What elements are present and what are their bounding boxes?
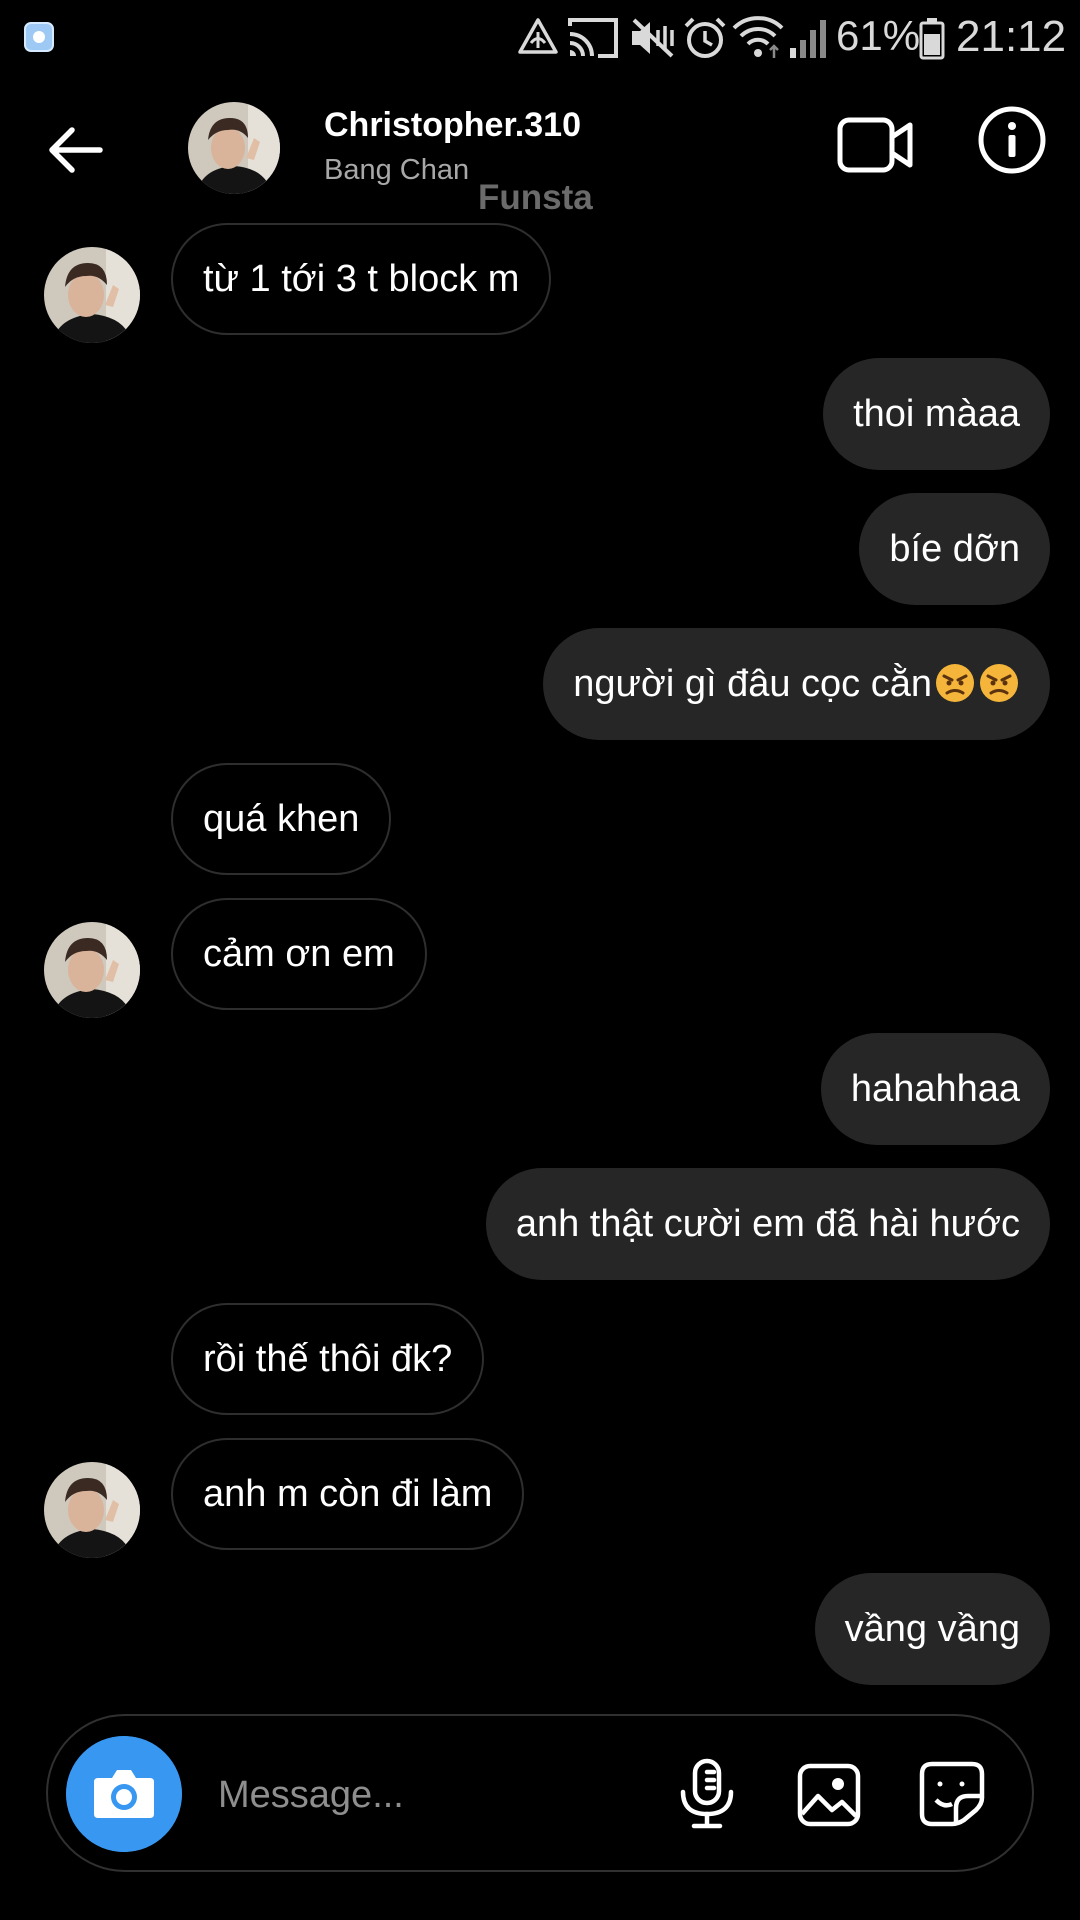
message-text: anh m còn đi làm: [203, 1473, 493, 1515]
instagram-dm-screen: 61% 21:12 Christopher.310 Bang Chan Funs…: [0, 0, 1080, 1920]
sender-avatar[interactable]: [44, 247, 140, 343]
video-call-button[interactable]: [836, 110, 916, 180]
microphone-button[interactable]: [674, 1758, 740, 1830]
wifi-icon: [732, 16, 784, 58]
angry-face-emoji-icon: [936, 664, 974, 702]
incoming-message[interactable]: rồi thế thôi đk?: [171, 1303, 485, 1415]
message-text: người gì đâu cọc cằn: [573, 663, 932, 705]
data-saver-icon: [518, 18, 558, 54]
gallery-button[interactable]: [796, 1762, 862, 1828]
conversation-header: Christopher.310 Bang Chan Funsta: [0, 80, 1080, 230]
battery-icon: [919, 18, 945, 60]
contact-username[interactable]: Christopher.310: [324, 106, 581, 145]
message-text: hahahhaa: [850, 1068, 1020, 1110]
outgoing-message[interactable]: hahahhaa: [820, 1033, 1050, 1145]
back-arrow-icon: [49, 127, 103, 173]
sender-avatar[interactable]: [44, 1462, 140, 1558]
gallery-icon: [797, 1763, 861, 1827]
incoming-message[interactable]: anh m còn đi làm: [171, 1438, 525, 1550]
alarm-icon: [684, 17, 726, 58]
message-text: thoi màaa: [853, 393, 1020, 435]
contact-full-name: Bang Chan: [324, 154, 470, 186]
camera-button[interactable]: [66, 1736, 182, 1852]
outgoing-message[interactable]: vầng vầng: [814, 1573, 1050, 1685]
angry-face-emoji-icon: [980, 664, 1018, 702]
message-text: cảm ơn em: [203, 933, 395, 975]
microphone-icon: [680, 1758, 734, 1829]
info-button[interactable]: [976, 104, 1048, 176]
message-text: rồi thế thôi đk?: [203, 1338, 453, 1380]
incoming-message[interactable]: từ 1 tới 3 t block m: [171, 223, 552, 335]
outgoing-message[interactable]: anh thật cười em đã hài hước: [485, 1168, 1050, 1280]
message-input[interactable]: [216, 1760, 720, 1830]
outgoing-message[interactable]: bíe dỡn: [859, 493, 1050, 605]
cast-icon: [568, 18, 618, 58]
sticker-button[interactable]: [918, 1760, 986, 1828]
battery-percent: 61%: [836, 12, 921, 59]
message-text: vầng vầng: [844, 1608, 1020, 1650]
message-text: bíe dỡn: [889, 528, 1020, 570]
message-text: quá khen: [203, 798, 360, 840]
video-camera-icon: [837, 117, 913, 173]
info-icon: [978, 106, 1046, 174]
status-bar: 61% 21:12: [0, 0, 1080, 72]
incoming-message[interactable]: quá khen: [171, 763, 392, 875]
back-button[interactable]: [44, 118, 108, 182]
outgoing-message[interactable]: người gì đâu cọc cằn: [543, 628, 1050, 740]
watermark-text: Funsta: [478, 178, 593, 217]
status-time: 21:12: [956, 12, 1067, 61]
contact-avatar[interactable]: [188, 102, 280, 194]
sticker-icon: [919, 1761, 985, 1827]
app-notification-icon: [24, 22, 54, 52]
outgoing-message[interactable]: thoi màaa: [823, 358, 1050, 470]
sender-avatar[interactable]: [44, 922, 140, 1018]
message-text: anh thật cười em đã hài hước: [515, 1203, 1020, 1245]
message-composer: [46, 1714, 1034, 1872]
vibrate-mute-icon: [632, 18, 674, 58]
incoming-message[interactable]: cảm ơn em: [171, 898, 427, 1010]
cellular-signal-icon: [790, 20, 826, 58]
message-text: từ 1 tới 3 t block m: [203, 258, 520, 300]
